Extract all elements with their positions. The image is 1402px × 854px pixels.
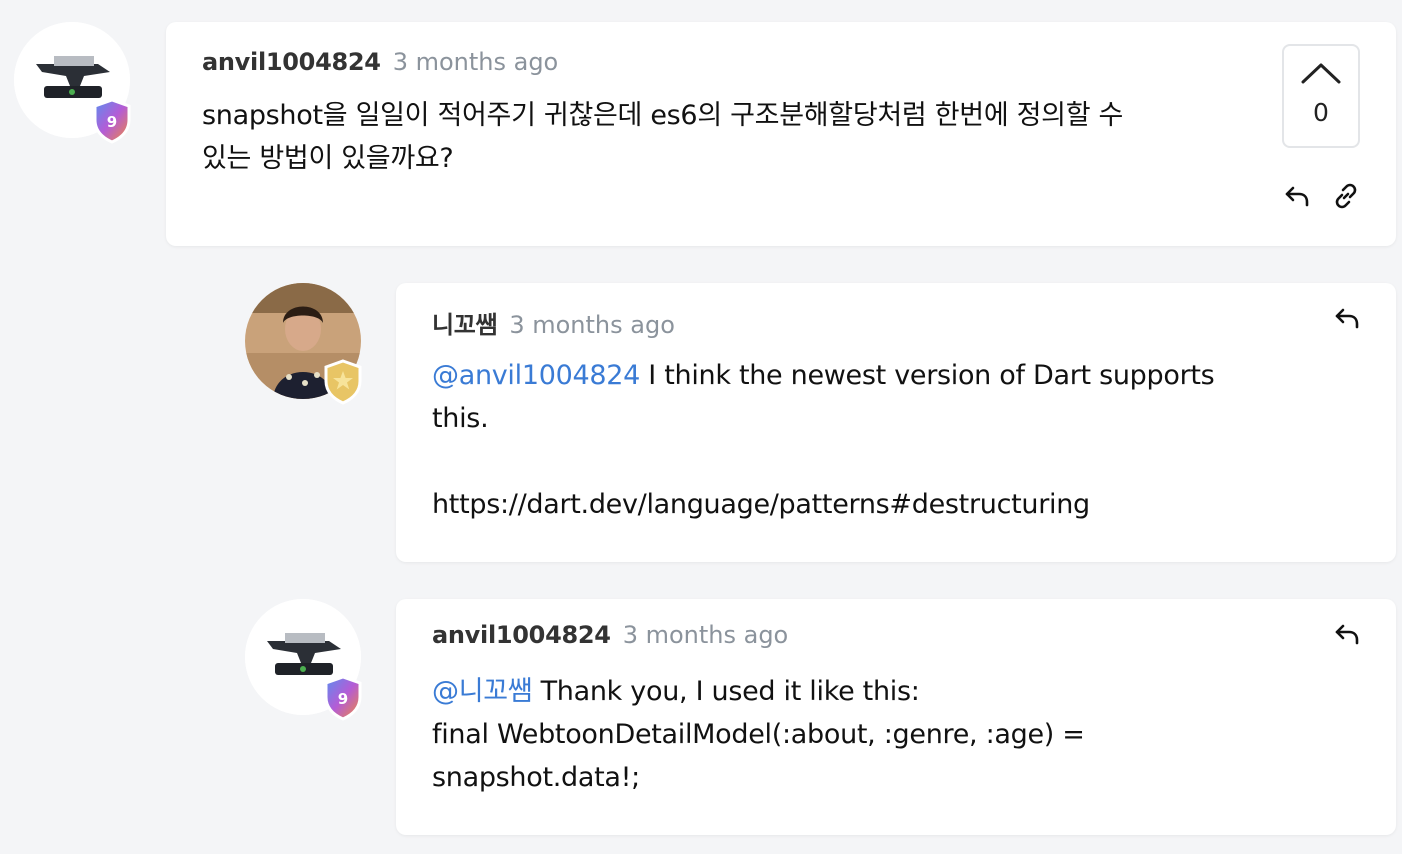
comment-card: anvil1004824 3 months ago snapshot을 일일이 적… [166,22,1396,246]
upvote-button[interactable]: 0 [1282,44,1360,148]
reply-icon [1285,186,1309,207]
reply-card: anvil1004824 3 months ago @니꼬쌤 Thank you,… [396,599,1396,835]
author-name[interactable]: anvil1004824 [202,48,381,76]
comment-text-line: @anvil1004824 I think the newest version… [432,360,1215,391]
svg-text:9: 9 [107,113,117,131]
mention-link[interactable]: @anvil1004824 [432,360,640,391]
comment-body: @니꼬쌤 Thank you, I used it like this: fin… [432,670,1332,799]
author-name[interactable]: anvil1004824 [432,621,611,649]
avatar[interactable]: 9 [245,599,362,721]
reply-button[interactable] [1332,619,1362,649]
reply-icon [1335,308,1359,329]
copy-link-button[interactable] [1331,181,1361,211]
svg-text:9: 9 [338,690,348,708]
gold-star-badge [324,359,362,405]
comment-text-line: snapshot을 일일이 적어주기 귀찮은데 es6의 구조분해할당처럼 한번… [202,100,1124,131]
vote-count: 0 [1313,98,1329,127]
level-shield-badge: 9 [93,98,131,144]
comment-text-line: this. [432,403,489,434]
comment-text-line: 있는 방법이 있을까요? [202,143,454,174]
comment-url-text: https://dart.dev/language/patterns#destr… [432,489,1090,520]
comment-time: 3 months ago [622,621,789,649]
level-shield-badge: 9 [324,675,362,721]
comment-time: 3 months ago [509,311,675,339]
comment-meta: anvil1004824 3 months ago [202,48,558,76]
mention-link[interactable]: @니꼬쌤 [432,676,533,707]
avatar[interactable] [245,283,362,405]
comment-body: snapshot을 일일이 적어주기 귀찮은데 es6의 구조분해할당처럼 한번… [202,94,1202,180]
author-name[interactable]: 니꼬쌤 [432,311,498,339]
reply-card: 니꼬쌤 3 months ago @anvil1004824 I think th… [396,283,1396,562]
link-icon [1335,183,1357,209]
reply-button[interactable] [1282,181,1312,211]
comment-text-line: final WebtoonDetailModel(:about, :genre,… [432,719,1085,750]
reply-icon [1335,624,1359,645]
comment-meta: 니꼬쌤 3 months ago [432,305,675,340]
comment-text-line: snapshot.data!; [432,762,640,793]
reply-button[interactable] [1332,303,1362,333]
avatar[interactable]: 9 [14,22,131,144]
upvote-chevron-icon [1301,63,1341,84]
comment-meta: anvil1004824 3 months ago [432,621,788,649]
comment-time: 3 months ago [392,48,559,76]
comment-text-line: @니꼬쌤 Thank you, I used it like this: [432,676,920,707]
comment-body: @anvil1004824 I think the newest version… [432,354,1332,526]
